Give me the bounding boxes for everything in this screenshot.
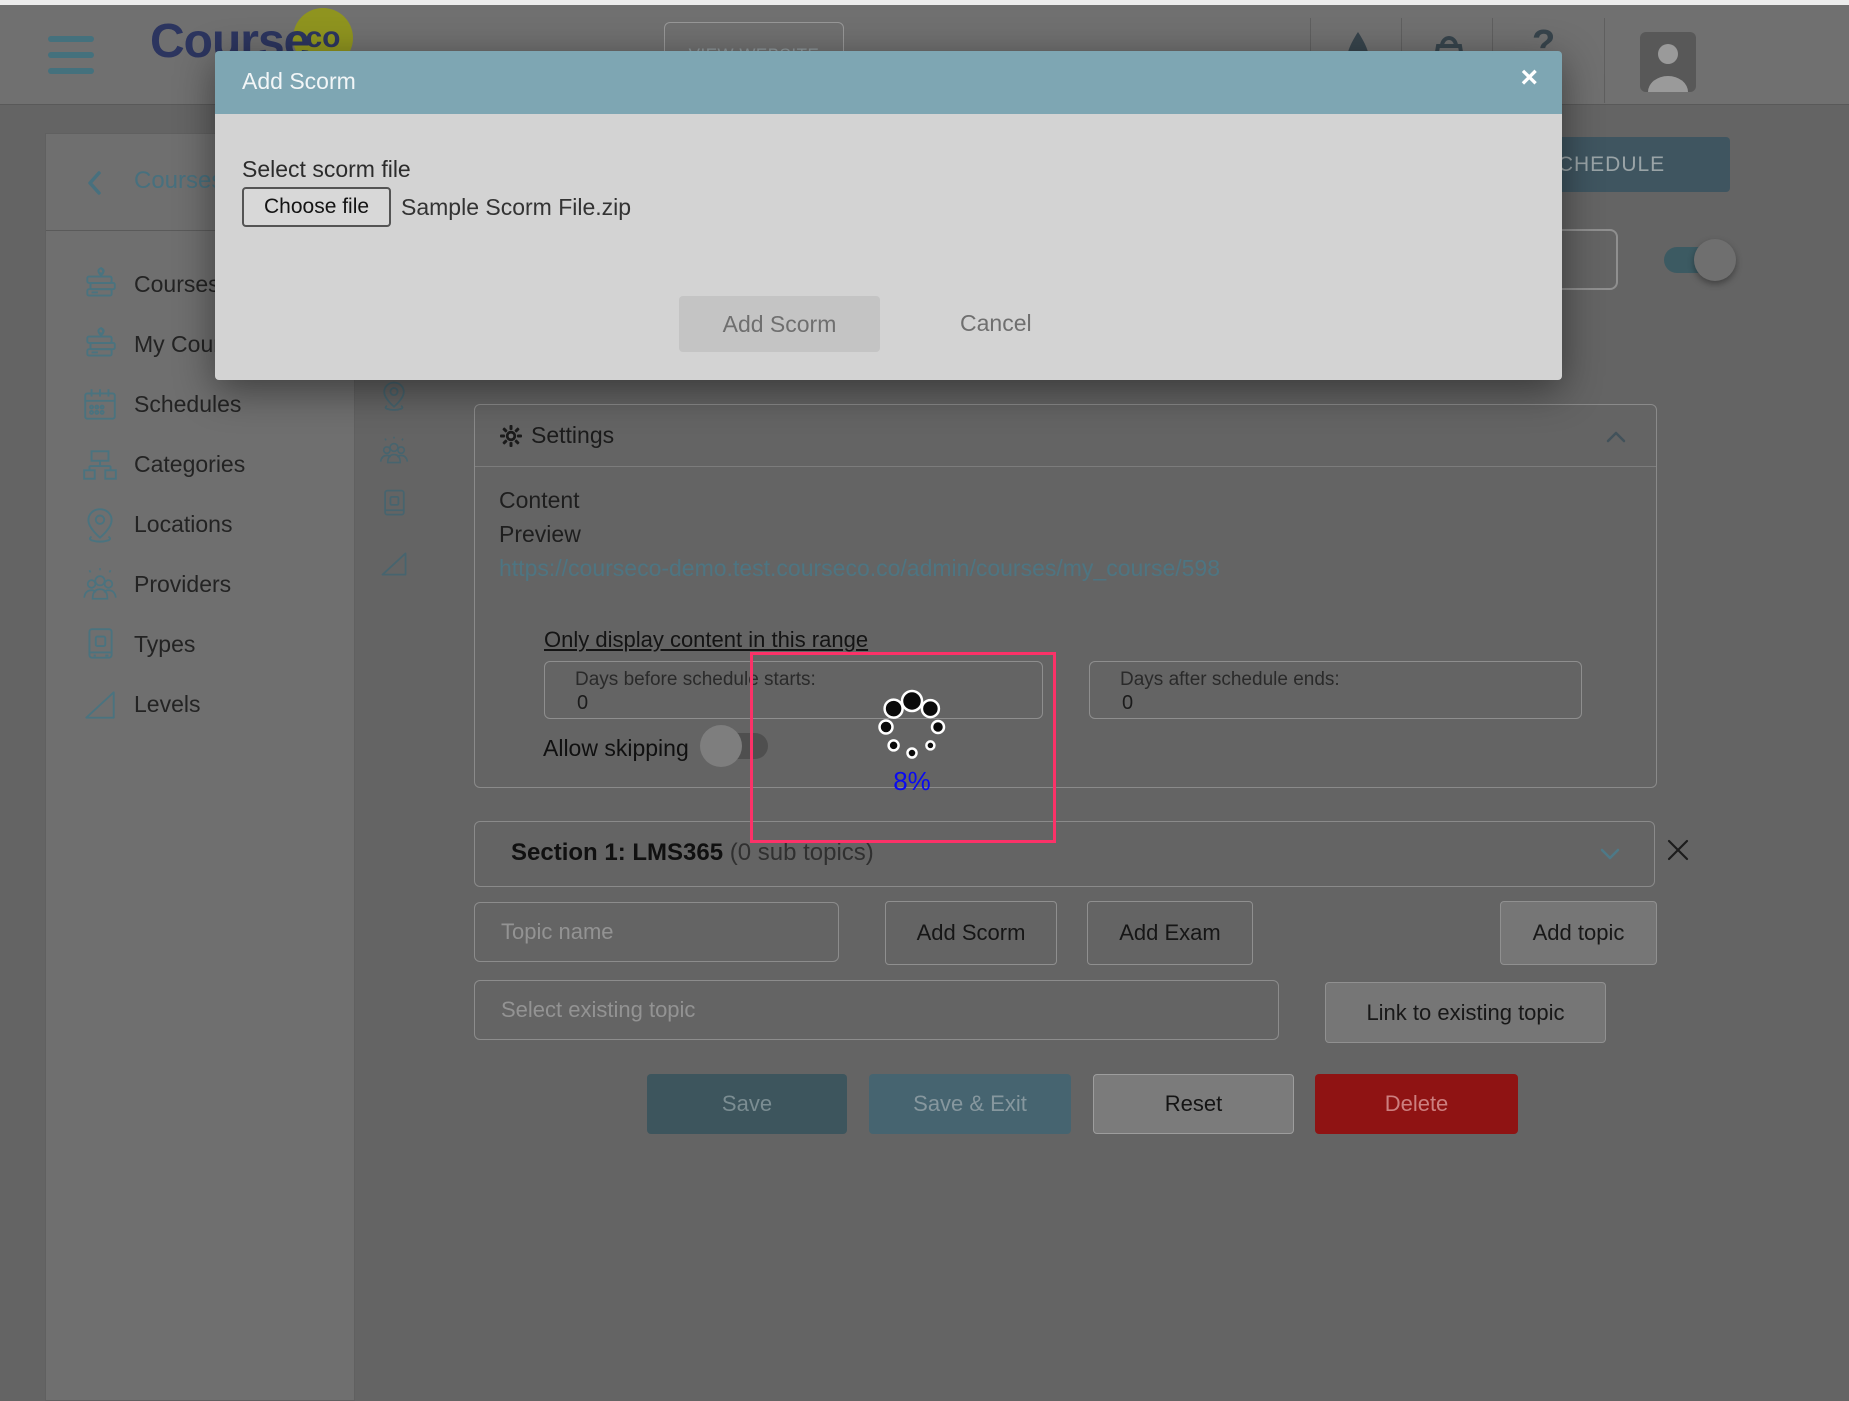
loading-spinner (872, 687, 952, 767)
content-label: Content (499, 487, 580, 514)
hamburger-menu-icon[interactable] (48, 36, 94, 74)
modal-close-icon[interactable]: × (1520, 61, 1538, 95)
days-before-value: 0 (577, 692, 588, 715)
section-header[interactable]: Section 1: LMS365 (0 sub topics) (474, 821, 1655, 887)
calendar-icon (81, 386, 119, 424)
add-exam-button[interactable]: Add Exam (1087, 901, 1253, 965)
days-after-field[interactable]: Days after schedule ends: 0 (1089, 661, 1582, 719)
people-group-icon (81, 566, 119, 604)
sidebar-item-providers[interactable]: Providers (46, 555, 354, 615)
books-icon (81, 326, 119, 364)
section-title: Section 1: LMS365 (0 sub topics) (511, 839, 874, 867)
chevron-down-icon[interactable] (1600, 848, 1620, 861)
preview-url-link[interactable]: https://courseco-demo.test.courseco.co/a… (499, 555, 1220, 582)
section-close-icon[interactable] (1664, 836, 1692, 864)
rail-levels-icon[interactable] (378, 548, 410, 580)
back-chevron-icon[interactable] (86, 170, 102, 196)
link-existing-topic-button[interactable]: Link to existing topic (1325, 982, 1606, 1043)
days-after-value: 0 (1122, 692, 1133, 715)
chevron-up-icon[interactable] (1606, 431, 1626, 443)
header-divider (1604, 18, 1605, 103)
gear-icon (499, 424, 523, 448)
journal-icon (81, 626, 119, 664)
progress-percent: 8% (862, 766, 962, 797)
sidebar-item-locations[interactable]: Locations (46, 495, 354, 555)
select-scorm-file-label: Select scorm file (242, 156, 411, 183)
rail-journal-icon[interactable] (378, 488, 410, 520)
modal-title: Add Scorm (242, 68, 356, 95)
save-button[interactable]: Save (647, 1074, 847, 1134)
reset-button[interactable]: Reset (1093, 1074, 1294, 1134)
choose-file-button[interactable]: Choose file (242, 187, 391, 227)
days-after-label: Days after schedule ends: (1120, 669, 1340, 691)
modal-cancel-button[interactable]: Cancel (960, 310, 1032, 337)
hierarchy-icon (81, 446, 119, 484)
delete-button[interactable]: Delete (1315, 1074, 1518, 1134)
sidebar-item-levels[interactable]: Levels (46, 675, 354, 735)
modal-add-scorm-button[interactable]: Add Scorm (679, 296, 880, 352)
allow-skipping-label: Allow skipping (543, 735, 689, 762)
sidebar-back-title[interactable]: Courses (134, 167, 223, 195)
sidebar-item-categories[interactable]: Categories (46, 435, 354, 495)
books-icon (81, 266, 119, 304)
add-topic-button[interactable]: Add topic (1500, 901, 1657, 965)
levels-triangle-icon (81, 686, 119, 724)
select-existing-topic-input[interactable] (474, 980, 1279, 1040)
topic-name-input[interactable] (474, 902, 839, 962)
add-scorm-button[interactable]: Add Scorm (885, 901, 1057, 965)
sidebar-item-types[interactable]: Types (46, 615, 354, 675)
preview-label: Preview (499, 521, 581, 548)
user-avatar[interactable] (1640, 32, 1696, 92)
add-scorm-modal: Add Scorm × Select scorm file Choose fil… (215, 51, 1562, 380)
rail-people-icon[interactable] (378, 435, 410, 467)
modal-body: Select scorm file Choose file Sample Sco… (215, 114, 1562, 380)
sidebar-item-schedules[interactable]: Schedules (46, 375, 354, 435)
settings-title: Settings (531, 422, 614, 449)
range-label: Only display content in this range (544, 627, 868, 653)
settings-panel: Settings Content Preview https://coursec… (474, 404, 1657, 788)
settings-panel-header[interactable]: Settings (475, 405, 1656, 467)
selected-file-name: Sample Scorm File.zip (401, 194, 631, 221)
map-pin-icon (81, 506, 119, 544)
modal-header: Add Scorm × (215, 51, 1562, 114)
rail-location-pin-icon[interactable] (378, 380, 410, 412)
status-toggle-on[interactable] (1664, 238, 1736, 282)
save-exit-button[interactable]: Save & Exit (869, 1074, 1071, 1134)
section-subtopics-count: (0 sub topics) (723, 839, 874, 866)
